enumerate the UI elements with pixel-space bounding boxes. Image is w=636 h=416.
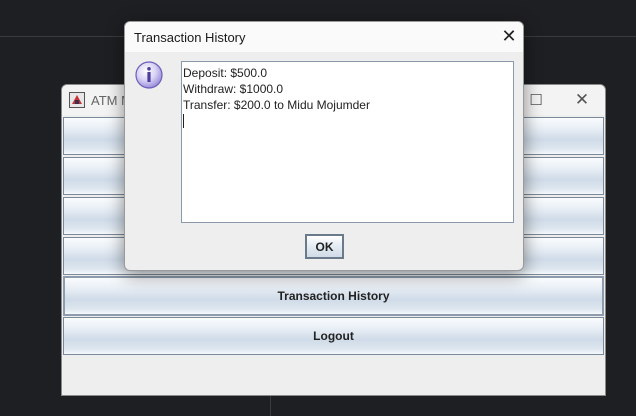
close-icon[interactable]: ✕ (562, 89, 602, 111)
atm-app-icon (69, 92, 85, 108)
desktop-divider (0, 36, 124, 37)
transaction-history-button[interactable]: Transaction History (63, 276, 604, 316)
dialog-title: Transaction History (134, 30, 246, 45)
dialog-titlebar[interactable]: Transaction History ✕ (125, 22, 523, 52)
desktop-divider (270, 396, 271, 416)
transaction-line: Deposit: $500.0 (183, 66, 268, 80)
transaction-line: Transfer: $200.0 to Midu Mojumder (183, 98, 370, 112)
text-caret (183, 114, 184, 128)
transaction-line: Withdraw: $1000.0 (183, 82, 284, 96)
transaction-history-dialog: Transaction History ✕ Deposit: $500.0 Wi… (124, 21, 524, 271)
logout-button[interactable]: Logout (63, 317, 604, 355)
ok-button[interactable]: OK (305, 234, 344, 259)
desktop-divider (524, 36, 636, 37)
close-icon[interactable]: ✕ (495, 26, 523, 48)
info-icon (135, 61, 163, 89)
transaction-history-textarea[interactable]: Deposit: $500.0 Withdraw: $1000.0 Transf… (181, 61, 514, 223)
